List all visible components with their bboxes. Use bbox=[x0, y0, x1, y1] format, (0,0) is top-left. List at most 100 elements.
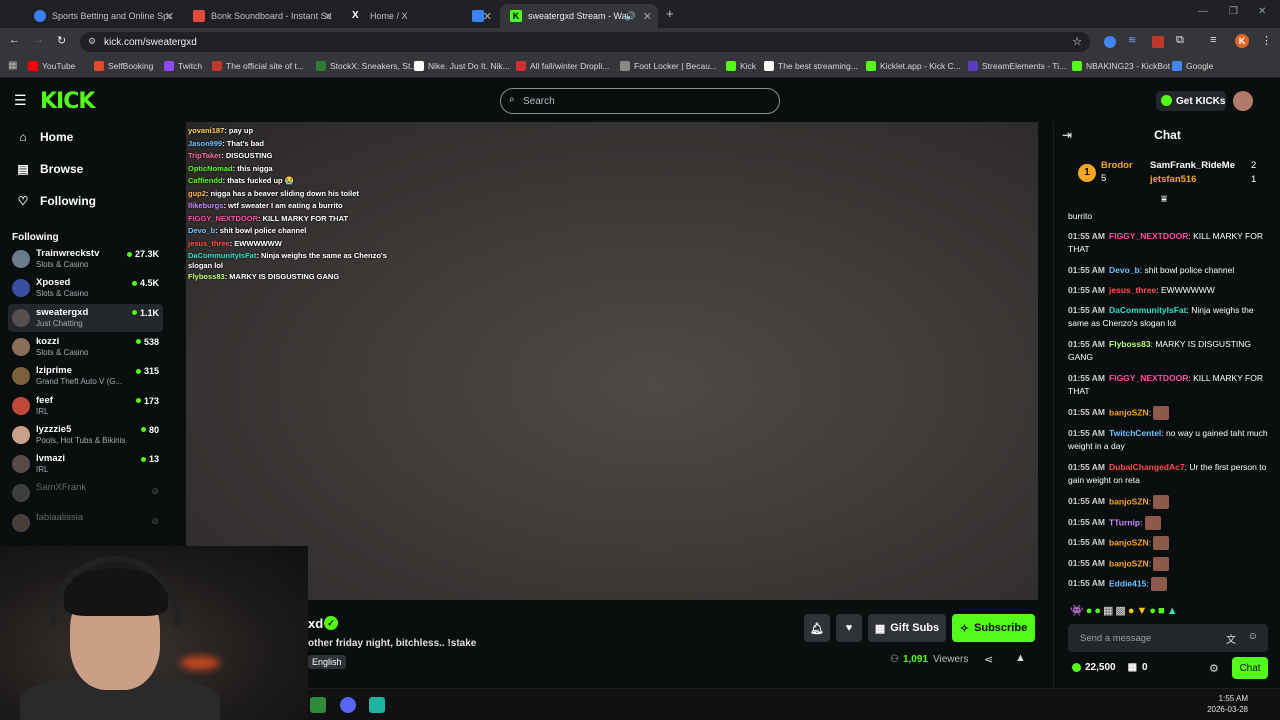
menu-icon[interactable]: ⋮ bbox=[1261, 34, 1272, 47]
emote-icon[interactable]: ● bbox=[1149, 605, 1158, 617]
apps-grid-icon[interactable]: ▦ bbox=[8, 60, 17, 71]
translate-icon[interactable]: 文 bbox=[1226, 631, 1236, 646]
chat-username[interactable]: FIGGY_NEXTDOOR bbox=[1109, 373, 1188, 383]
chat-message[interactable]: 01:55 AM DubaiChangedAc7: Ur the first pe… bbox=[1068, 461, 1268, 487]
subscribe-button[interactable]: ✧ Subscribe bbox=[952, 614, 1035, 642]
extensions-puzzle-icon[interactable]: ⧉ bbox=[1176, 34, 1184, 47]
chat-username[interactable]: jesus_three bbox=[1109, 285, 1156, 295]
followed-channel[interactable]: Iziprime Grand Theft Auto V (G... 315 bbox=[8, 362, 163, 390]
bookmark-item[interactable]: Twitch bbox=[164, 61, 202, 71]
bookmark-star-icon[interactable]: ☆ bbox=[1072, 35, 1082, 48]
hamburger-menu-icon[interactable]: ☰ bbox=[14, 92, 27, 109]
gifter-name[interactable]: SamFrank_RideMe bbox=[1150, 160, 1235, 171]
chat-message[interactable]: 01:55 AM TwitchCentel: no way u gained ta… bbox=[1068, 427, 1268, 453]
share-icon[interactable]: ⋖ bbox=[984, 653, 993, 666]
minecraft-icon[interactable] bbox=[310, 697, 326, 713]
expand-gifters-icon[interactable]: ⩸ bbox=[1161, 194, 1167, 205]
chat-username[interactable]: Devo_b bbox=[1109, 265, 1140, 275]
browser-tab[interactable]: Bonk Soundboard - Instant Sou ✕ bbox=[183, 4, 339, 28]
new-tab-button[interactable]: + bbox=[666, 6, 674, 21]
chat-message[interactable]: 01:55 AM jesus_three: EWWWWWW bbox=[1068, 284, 1268, 297]
reload-icon[interactable]: ↻ bbox=[57, 34, 66, 47]
chat-message[interactable]: 01:55 AM Devo_b: shit bowl police channel bbox=[1068, 264, 1268, 277]
gifter-name[interactable]: jetsfan516 bbox=[1150, 174, 1196, 185]
nav-following[interactable]: ♡ Following bbox=[16, 194, 96, 208]
gifter-name[interactable]: Brodor bbox=[1101, 160, 1133, 171]
bookmark-item[interactable]: StockX: Sneakers, St... bbox=[316, 61, 417, 71]
streamer-name[interactable]: xd bbox=[308, 616, 323, 631]
emote-icon[interactable]: ▲ bbox=[1167, 605, 1180, 617]
bookmark-item[interactable]: Google bbox=[1172, 61, 1213, 71]
speaker-icon[interactable]: 🔊 bbox=[625, 11, 636, 22]
bookmark-item[interactable]: NBAKING23 - KickBot bbox=[1072, 61, 1170, 71]
emote-icon[interactable]: 👾 bbox=[1070, 605, 1086, 617]
extension-icon[interactable] bbox=[1104, 36, 1116, 48]
close-icon[interactable]: ✕ bbox=[643, 10, 652, 23]
report-warning-icon[interactable]: ▲ bbox=[1015, 652, 1026, 664]
emoji-picker-icon[interactable]: ☺ bbox=[1248, 631, 1258, 642]
extension-icon[interactable] bbox=[1152, 36, 1164, 48]
chat-username[interactable]: TwitchCentel bbox=[1109, 428, 1161, 438]
bookmark-item[interactable]: Nike. Just Do It. Nik... bbox=[414, 61, 510, 71]
followed-channel[interactable]: SamXFrank ⊘ bbox=[8, 479, 163, 507]
url-bar[interactable]: ⚙ kick.com/sweatergxd ☆ bbox=[80, 32, 1090, 52]
bookmark-item[interactable]: Kicklet.app - Kick C... bbox=[866, 61, 961, 71]
chat-message[interactable]: 01:55 AM Eddie415: bbox=[1068, 577, 1268, 591]
bookmark-item[interactable]: YouTube bbox=[28, 61, 75, 71]
emote-quick-bar[interactable]: 👾●●▦▩●▼●■▲ bbox=[1070, 604, 1180, 617]
send-chat-button[interactable]: Chat bbox=[1232, 657, 1268, 679]
bookmark-item[interactable]: The best streaming... bbox=[764, 61, 858, 71]
chat-username[interactable]: DaCommunityIsFat bbox=[1109, 305, 1186, 315]
search-input[interactable]: ⌕ Search bbox=[500, 88, 780, 114]
followed-channel[interactable]: kozzi Slots & Casino 538 bbox=[8, 333, 163, 361]
follow-heart-button[interactable]: ♥ bbox=[836, 614, 862, 642]
chat-message[interactable]: 01:55 AM TTurnip: bbox=[1068, 516, 1268, 530]
browser-tab[interactable]: Sports Betting and Online Sports ✕ bbox=[24, 4, 180, 28]
chat-username[interactable]: Flyboss83 bbox=[1109, 339, 1151, 349]
kick-logo[interactable]: KICK bbox=[40, 89, 95, 114]
get-kicks-button[interactable]: Get KICKs bbox=[1156, 91, 1226, 111]
chat-username[interactable]: banjoSZN bbox=[1109, 558, 1149, 568]
chat-message[interactable]: burrito bbox=[1068, 210, 1268, 223]
site-info-icon[interactable]: ⚙ bbox=[88, 36, 96, 47]
followed-channel[interactable]: sweatergxd Just Chatting 1.1K bbox=[8, 303, 163, 332]
chat-message[interactable]: 01:55 AM DaCommunityIsFat: Ninja weighs t… bbox=[1068, 304, 1268, 330]
chat-message[interactable]: 01:55 AM FIGGY_NEXTDOOR: KILL MARKY FOR T… bbox=[1068, 230, 1268, 256]
close-icon[interactable]: ✕ bbox=[165, 10, 174, 23]
chat-settings-gear-icon[interactable]: ⚙ bbox=[1209, 662, 1219, 675]
bookmark-item[interactable]: All fall/winter Dropli... bbox=[516, 61, 609, 71]
browser-tab-active[interactable]: K sweatergxd Stream - Watch 🔊 ✕ bbox=[500, 4, 658, 28]
bookmark-item[interactable]: Kick bbox=[726, 61, 756, 71]
kicks-balance[interactable]: 22,500 ▦ 0 bbox=[1072, 662, 1148, 673]
chat-username[interactable]: TTurnip bbox=[1109, 517, 1140, 527]
discord-icon[interactable] bbox=[340, 697, 356, 713]
user-avatar[interactable] bbox=[1233, 91, 1253, 111]
chat-message[interactable]: 01:55 AM banjoSZN: bbox=[1068, 406, 1268, 420]
emote-icon[interactable]: ● bbox=[1094, 605, 1103, 617]
browser-tab[interactable]: ✕ bbox=[462, 4, 498, 28]
followed-channel[interactable]: lyzzzie5 Pools, Hot Tubs & Bikinis 80 bbox=[8, 421, 163, 449]
chat-username[interactable]: DubaiChangedAc7 bbox=[1109, 462, 1185, 472]
followed-channel[interactable]: Trainwreckstv Slots & Casino 27.3K bbox=[8, 245, 163, 273]
nav-home[interactable]: ⌂ Home bbox=[16, 130, 73, 144]
minimize-button[interactable]: — bbox=[1198, 6, 1208, 17]
chat-username[interactable]: Eddie415 bbox=[1109, 578, 1146, 588]
chat-message[interactable]: 01:55 AM banjoSZN: bbox=[1068, 557, 1268, 571]
chat-message-input[interactable]: Send a message 文 ☺ bbox=[1068, 624, 1268, 652]
gift-subs-button[interactable]: ▦ Gift Subs bbox=[868, 614, 946, 642]
close-icon[interactable]: ✕ bbox=[324, 10, 333, 23]
nav-browse[interactable]: ▤ Browse bbox=[16, 162, 83, 176]
followed-channel[interactable]: Xposed Slots & Casino 4.5K bbox=[8, 274, 163, 302]
close-window-button[interactable]: ✕ bbox=[1258, 6, 1266, 17]
profile-avatar[interactable]: K bbox=[1235, 34, 1249, 48]
emote-icon[interactable]: ▦ bbox=[1103, 605, 1115, 617]
close-icon[interactable]: ✕ bbox=[483, 10, 492, 23]
chat-message[interactable]: 01:55 AM Flyboss83: MARKY IS DISGUSTING G… bbox=[1068, 338, 1268, 364]
chat-username[interactable]: banjoSZN bbox=[1109, 537, 1149, 547]
chat-username[interactable]: FIGGY_NEXTDOOR bbox=[1109, 231, 1188, 241]
video-player[interactable]: yovani187: pay up Jason999: That's bad Tri… bbox=[186, 122, 1038, 600]
chat-message[interactable]: 01:55 AM banjoSZN: bbox=[1068, 536, 1268, 550]
chat-username[interactable]: banjoSZN bbox=[1109, 407, 1149, 417]
bookmark-item[interactable]: Foot Locker | Becau... bbox=[620, 61, 717, 71]
bookmark-item[interactable]: The official site of t... bbox=[212, 61, 304, 71]
